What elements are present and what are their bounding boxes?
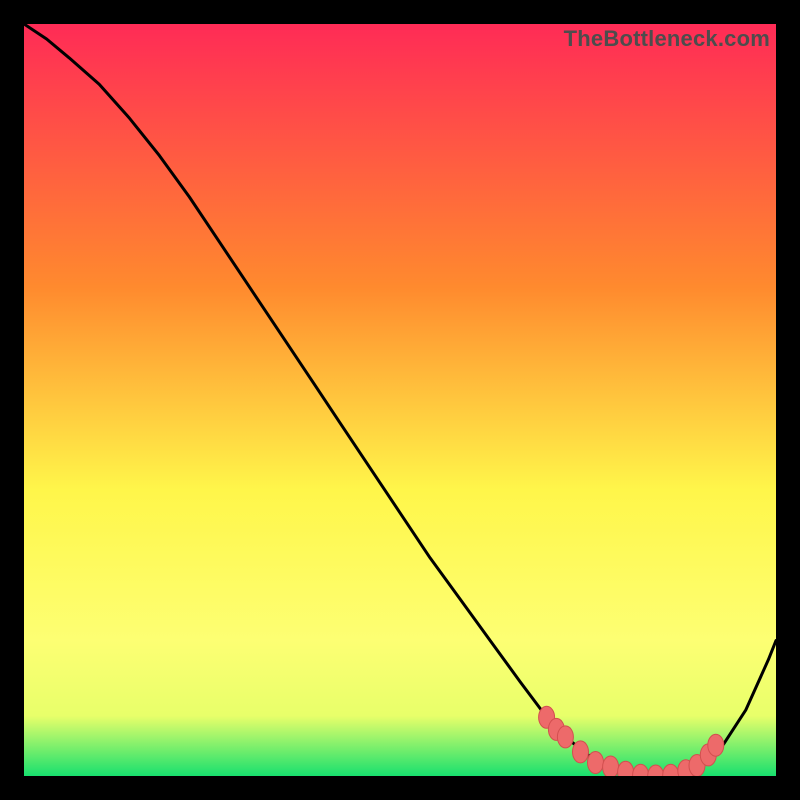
marker-point (708, 734, 724, 756)
bottleneck-plot (24, 24, 776, 776)
chart-frame: TheBottleneck.com (24, 24, 776, 776)
marker-point (573, 741, 589, 763)
marker-point (557, 726, 573, 748)
marker-point (603, 756, 619, 776)
gradient-background (24, 24, 776, 776)
watermark-text: TheBottleneck.com (564, 26, 770, 52)
marker-point (588, 752, 604, 774)
